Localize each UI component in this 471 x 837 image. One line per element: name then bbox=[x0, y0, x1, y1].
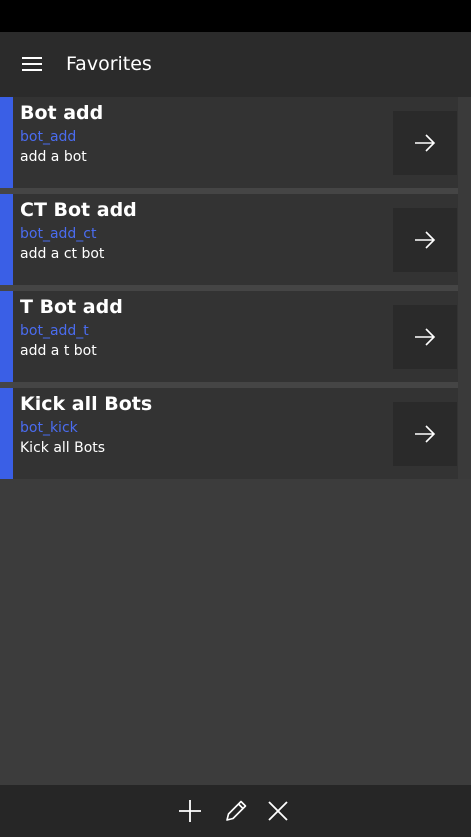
favorite-item[interactable]: T Bot add bot_add_t add a t bot bbox=[0, 291, 458, 382]
run-button[interactable] bbox=[393, 402, 457, 466]
arrow-right-icon bbox=[415, 231, 436, 249]
hamburger-menu-icon[interactable] bbox=[20, 54, 44, 74]
favorite-item[interactable]: Kick all Bots bot_kick Kick all Bots bbox=[0, 388, 458, 479]
favorite-description: add a t bot bbox=[20, 343, 97, 359]
scrollbar[interactable] bbox=[458, 97, 471, 479]
favorite-description: add a bot bbox=[20, 149, 87, 165]
delete-button[interactable] bbox=[264, 797, 292, 825]
close-icon bbox=[268, 801, 288, 821]
add-button[interactable] bbox=[176, 797, 204, 825]
favorite-command: bot_add_t bbox=[20, 323, 89, 339]
accent-bar bbox=[0, 291, 13, 382]
run-button[interactable] bbox=[393, 305, 457, 369]
favorite-description: add a ct bot bbox=[20, 246, 105, 262]
page-title: Favorites bbox=[66, 53, 152, 75]
favorite-title: Bot add bbox=[20, 102, 104, 124]
favorite-title: CT Bot add bbox=[20, 199, 137, 221]
favorite-description: Kick all Bots bbox=[20, 440, 106, 456]
favorite-command: bot_kick bbox=[20, 420, 78, 436]
bottom-app-bar bbox=[0, 785, 471, 837]
arrow-right-icon bbox=[415, 425, 436, 443]
plus-icon bbox=[179, 800, 201, 822]
pencil-icon bbox=[226, 800, 247, 821]
title-bar: Favorites bbox=[0, 32, 471, 97]
run-button[interactable] bbox=[393, 111, 457, 175]
favorite-item[interactable]: Bot add bot_add add a bot bbox=[0, 97, 458, 188]
status-bar bbox=[0, 0, 471, 32]
favorite-command: bot_add_ct bbox=[20, 226, 97, 242]
favorite-title: T Bot add bbox=[20, 296, 123, 318]
accent-bar bbox=[0, 97, 13, 188]
favorite-item[interactable]: CT Bot add bot_add_ct add a ct bot bbox=[0, 194, 458, 285]
run-button[interactable] bbox=[393, 208, 457, 272]
favorite-title: Kick all Bots bbox=[20, 393, 153, 415]
accent-bar bbox=[0, 194, 13, 285]
favorite-command: bot_add bbox=[20, 129, 77, 145]
arrow-right-icon bbox=[415, 328, 436, 346]
edit-button[interactable] bbox=[222, 797, 250, 825]
arrow-right-icon bbox=[415, 134, 436, 152]
accent-bar bbox=[0, 388, 13, 479]
